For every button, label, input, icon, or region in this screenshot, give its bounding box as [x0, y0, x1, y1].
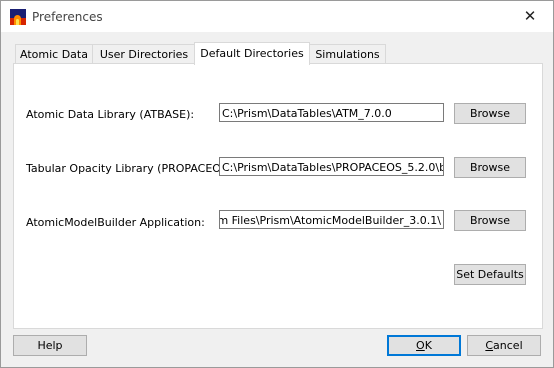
cancel-label-rest: ancel	[493, 339, 523, 352]
app-icon	[10, 9, 26, 25]
atbase-path-field[interactable]: C:\Prism\DataTables\ATM_7.0.0	[219, 103, 444, 122]
amb-label: AtomicModelBuilder Application:	[26, 216, 205, 229]
amb-path-field[interactable]: C:\Program Files\Prism\AtomicModelBuilde…	[219, 210, 444, 229]
tab-default-directories[interactable]: Default Directories	[194, 42, 310, 65]
propaceos-browse-button[interactable]: Browse	[454, 157, 526, 178]
close-icon[interactable]: ✕	[507, 1, 553, 32]
ok-mnemonic: O	[416, 339, 425, 352]
tab-atomic-data[interactable]: Atomic Data	[15, 44, 93, 64]
cancel-mnemonic: C	[485, 339, 494, 352]
help-button[interactable]: Help	[13, 335, 87, 356]
preferences-dialog: Preferences ✕ Atomic Data User Directori…	[0, 0, 554, 368]
cancel-button[interactable]: Cancel	[467, 335, 541, 356]
tab-user-directories[interactable]: User Directories	[92, 44, 196, 64]
tab-simulations[interactable]: Simulations	[309, 44, 386, 64]
atbase-label: Atomic Data Library (ATBASE):	[26, 108, 195, 121]
ok-label-rest: K	[424, 339, 432, 352]
amb-browse-button[interactable]: Browse	[454, 210, 526, 231]
ok-button[interactable]: OK	[387, 335, 461, 356]
dialog-client-area: Atomic Data User Directories Default Dir…	[1, 32, 553, 367]
title-bar: Preferences ✕	[1, 1, 553, 32]
default-directories-panel: Atomic Data Library (ATBASE): C:\Prism\D…	[13, 63, 543, 329]
propaceos-path-field[interactable]: C:\Prism\DataTables\PROPACEOS_5.2.0\bin	[219, 157, 444, 176]
atbase-browse-button[interactable]: Browse	[454, 103, 526, 124]
window-title: Preferences	[32, 10, 103, 24]
set-defaults-button[interactable]: Set Defaults	[454, 264, 526, 285]
propaceos-label: Tabular Opacity Library (PROPACEOS):	[26, 162, 236, 175]
